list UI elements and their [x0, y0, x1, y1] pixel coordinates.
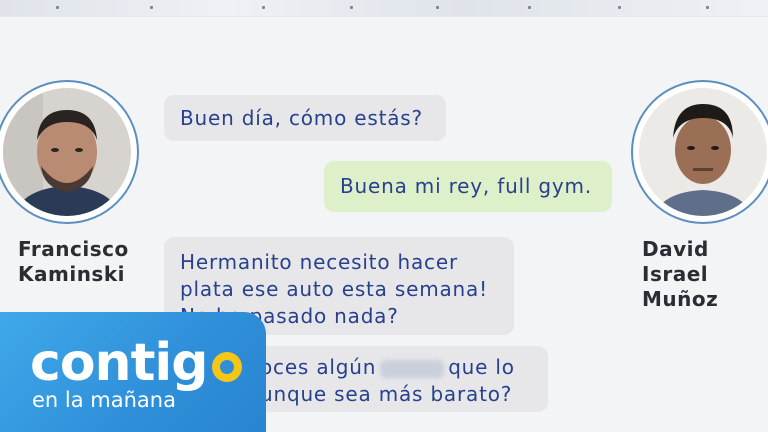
- strip-marker: [706, 6, 709, 9]
- strip-marker: [56, 6, 59, 9]
- right-participant-photo: [639, 88, 767, 216]
- strip-marker: [350, 6, 353, 9]
- strip-marker: [150, 6, 153, 9]
- strip-marker: [528, 6, 531, 9]
- message-bubble-outgoing: Buena mi rey, full gym.: [324, 161, 612, 212]
- left-participant-avatar: [0, 82, 137, 222]
- logo-wordmark: contig: [30, 333, 208, 393]
- strip-marker: [618, 6, 621, 9]
- message-bubble-incoming: Buen día, cómo estás?: [164, 95, 446, 141]
- message-text: Hermanito necesito hacer: [180, 250, 458, 274]
- left-participant-name: Francisco Kaminski: [18, 237, 129, 286]
- right-participant-name: David Israel Muñoz: [642, 237, 719, 311]
- strip-marker: [436, 6, 439, 9]
- message-text: oces algún: [260, 355, 377, 379]
- redacted-word: [380, 359, 445, 378]
- message-text-line: oces algún que lo: [260, 354, 532, 381]
- logo-o-icon: [212, 352, 242, 382]
- logo-subtitle: en la mañana: [32, 388, 176, 412]
- message-text: plata ese auto esta semana!: [180, 277, 488, 301]
- message-text: Buena mi rey, full gym.: [340, 174, 592, 198]
- top-banner-strip: [0, 0, 768, 17]
- message-text: que lo: [448, 355, 515, 379]
- message-text: Buen día, cómo estás?: [180, 106, 423, 130]
- message-text: unque sea más barato?: [260, 382, 513, 406]
- left-participant-photo: [3, 88, 131, 216]
- right-participant-avatar: [633, 82, 768, 222]
- strip-marker: [262, 6, 265, 9]
